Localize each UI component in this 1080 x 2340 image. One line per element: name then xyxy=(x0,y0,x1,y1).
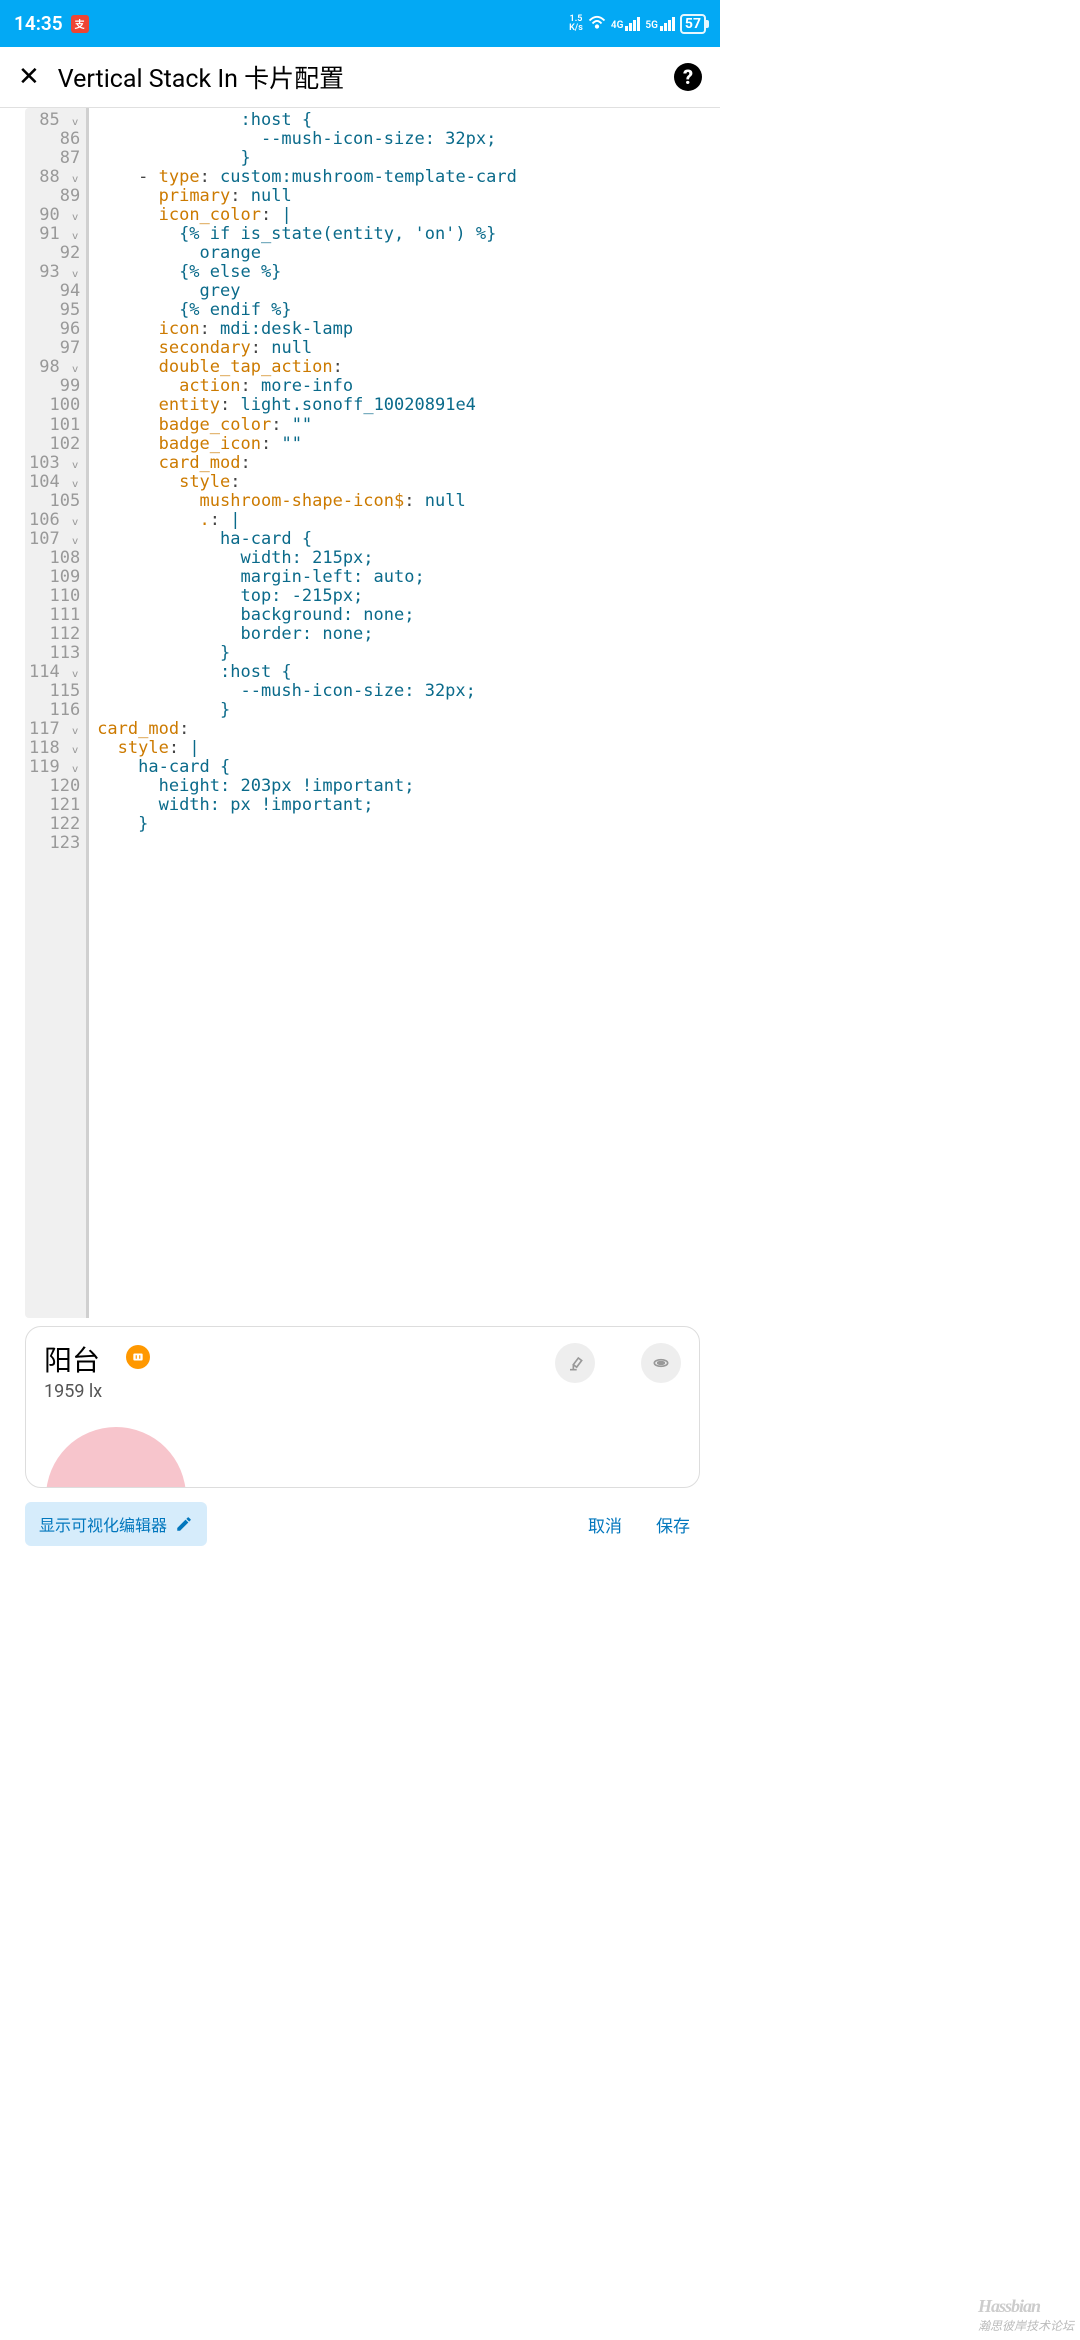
status-bar: 14:35 支 1.5K/s 4G 5G 57 xyxy=(0,0,720,47)
preview-title: 阳台 xyxy=(44,1339,102,1379)
show-visual-editor-button[interactable]: 显示可视化编辑器 xyxy=(25,1502,207,1546)
net-speed: 1.5K/s xyxy=(569,15,583,33)
motion-chip-icon[interactable] xyxy=(126,1345,150,1369)
preview-subtitle: 1959 lx xyxy=(44,1381,102,1402)
yaml-editor[interactable]: 85 ᵥ 86 87 88 ᵥ 89 90 ᵥ 91 ᵥ 92 93 ᵥ 94 … xyxy=(0,108,720,1318)
line-gutter: 85 ᵥ 86 87 88 ᵥ 89 90 ᵥ 91 ᵥ 92 93 ᵥ 94 … xyxy=(25,108,89,1318)
status-time: 14:35 xyxy=(14,12,63,35)
dialog-header: ✕ Vertical Stack In 卡片配置 ? xyxy=(0,47,720,108)
help-button[interactable]: ? xyxy=(674,63,702,91)
lamp-button[interactable] xyxy=(555,1343,595,1383)
battery-indicator: 57 xyxy=(680,14,706,34)
card-preview: 阳台 1959 lx xyxy=(25,1326,700,1488)
signal-5g: 5G xyxy=(645,17,675,31)
save-button[interactable]: 保存 xyxy=(646,1504,700,1545)
watermark: Hassbian瀚思彼岸技术论坛 xyxy=(978,2296,1074,2334)
pencil-icon xyxy=(175,1515,193,1533)
dialog-title: Vertical Stack In 卡片配置 xyxy=(58,59,344,95)
signal-4g: 4G xyxy=(611,17,641,31)
close-button[interactable]: ✕ xyxy=(18,64,40,90)
gauge-graphic xyxy=(46,1427,186,1488)
dialog-footer: 显示可视化编辑器 取消 保存 xyxy=(0,1492,720,1560)
code-body[interactable]: :host { --mush-icon-size: 32px; } - type… xyxy=(89,108,700,1318)
alipay-icon: 支 xyxy=(71,15,89,33)
cancel-button[interactable]: 取消 xyxy=(578,1504,632,1545)
light-button[interactable] xyxy=(641,1343,681,1383)
wifi-icon xyxy=(588,15,606,33)
